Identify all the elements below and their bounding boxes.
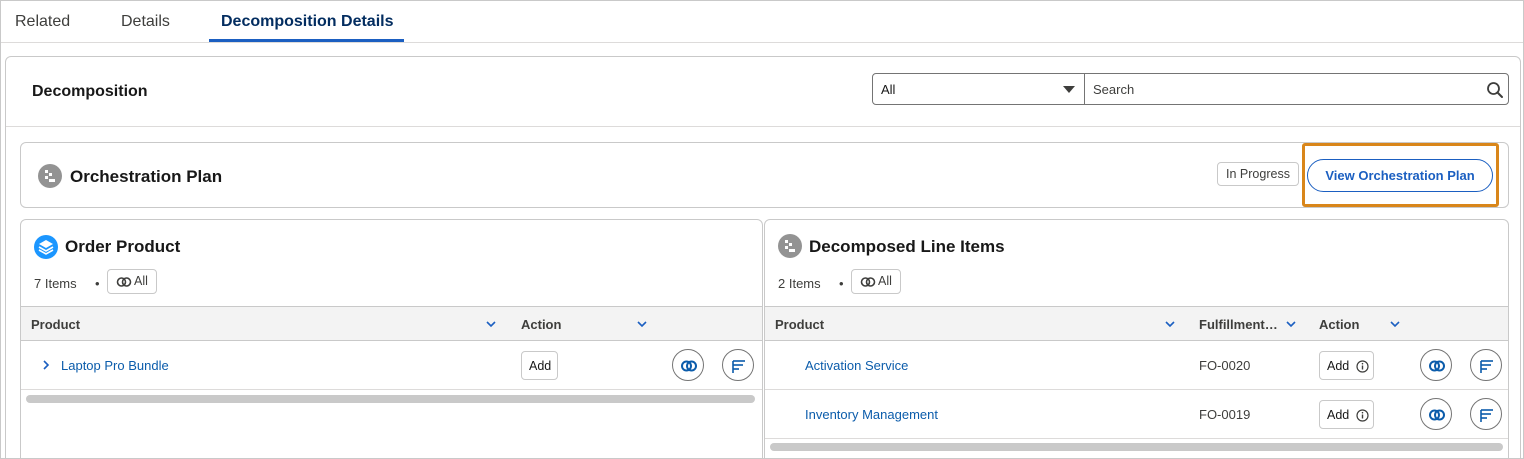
link-icon [116, 277, 132, 287]
decomposed-line-items-title: Decomposed Line Items [809, 237, 1005, 256]
tab-bar: Related Details Decomposition Details [1, 1, 1523, 43]
item-count: 7 Items [34, 276, 77, 291]
link-icon [1429, 409, 1445, 421]
action-label: Add [1327, 408, 1350, 422]
search-icon[interactable] [1486, 81, 1504, 99]
chevron-down-icon[interactable] [1165, 319, 1175, 329]
decomposition-header: Decomposition All [6, 57, 1520, 127]
order-product-table: Product Action Laptop Pro Bundle Add [21, 306, 762, 403]
order-product-title: Order Product [65, 237, 181, 256]
chevron-down-icon[interactable] [637, 319, 647, 329]
link-button[interactable] [1420, 349, 1452, 381]
filter-rows-button[interactable] [1470, 349, 1502, 381]
tab-decomposition-details[interactable]: Decomposition Details [221, 13, 393, 31]
orchestration-plan-title: Orchestration Plan [70, 167, 223, 186]
link-button[interactable] [672, 349, 704, 381]
info-icon[interactable] [1356, 360, 1369, 373]
orchestration-plan-panel: Orchestration Plan In Progress View Orch… [20, 142, 1509, 208]
filter-rows-button[interactable] [722, 349, 754, 381]
column-header-product[interactable]: Product [31, 317, 80, 332]
product-link[interactable]: Laptop Pro Bundle [61, 358, 169, 373]
action-add-button[interactable]: Add [521, 351, 558, 380]
filter-all-button[interactable]: All [107, 269, 157, 294]
action-label: Add [529, 359, 552, 373]
action-add-button[interactable]: Add [1319, 400, 1374, 429]
status-badge: In Progress [1217, 162, 1299, 186]
item-count: 2 Items [778, 276, 821, 291]
filter-select-value: All [881, 82, 896, 97]
filter-all-label: All [134, 274, 148, 288]
active-tab-indicator [209, 39, 404, 42]
order-product-panel: Order Product 7 Items • All Product Acti… [20, 219, 763, 458]
separator-dot: • [839, 276, 844, 291]
filter-list-icon [1480, 360, 1493, 373]
filter-list-icon [1480, 409, 1493, 422]
order-product-icon [34, 235, 58, 259]
dropdown-caret-icon [1063, 86, 1075, 93]
table-row: Activation Service FO-0020 Add [765, 341, 1508, 390]
column-header-action[interactable]: Action [521, 317, 561, 332]
fulfillment-value: FO-0020 [1199, 358, 1251, 373]
filter-list-icon [732, 360, 745, 373]
separator-dot: • [95, 276, 100, 291]
decomposition-title: Decomposition [32, 83, 148, 100]
view-orchestration-plan-button[interactable]: View Orchestration Plan [1307, 159, 1493, 192]
product-link[interactable]: Activation Service [805, 358, 908, 373]
info-icon[interactable] [1356, 409, 1369, 422]
chevron-down-icon[interactable] [1286, 319, 1296, 329]
table-header: Product Action [21, 307, 762, 341]
filter-all-label: All [878, 274, 892, 288]
link-icon [1429, 360, 1445, 372]
orchestration-plan-icon [38, 164, 62, 188]
search-input[interactable] [1084, 73, 1509, 105]
decomposed-line-items-panel: Decomposed Line Items 2 Items • All Prod… [764, 219, 1509, 458]
fulfillment-value: FO-0019 [1199, 407, 1251, 422]
link-icon [860, 277, 876, 287]
filter-all-button[interactable]: All [851, 269, 901, 294]
table-row: Laptop Pro Bundle Add [21, 341, 762, 390]
decomposed-items-icon [778, 234, 802, 258]
column-header-fulfillment[interactable]: Fulfillment… [1199, 317, 1278, 332]
tab-related[interactable]: Related [15, 13, 70, 31]
filter-select[interactable]: All [872, 73, 1085, 105]
record-page: Related Details Decomposition Details De… [0, 0, 1524, 459]
chevron-right-icon[interactable] [41, 359, 51, 371]
column-header-product[interactable]: Product [775, 317, 824, 332]
action-add-button[interactable]: Add [1319, 351, 1374, 380]
horizontal-scrollbar[interactable] [770, 443, 1503, 451]
horizontal-scrollbar[interactable] [26, 395, 755, 403]
column-header-action[interactable]: Action [1319, 317, 1359, 332]
link-icon [681, 360, 697, 372]
tab-details[interactable]: Details [121, 13, 170, 31]
table-row: Inventory Management FO-0019 Add [765, 390, 1508, 439]
decomposed-items-table: Product Fulfillment… Action Activation S… [765, 306, 1508, 451]
filter-rows-button[interactable] [1470, 398, 1502, 430]
table-header: Product Fulfillment… Action [765, 307, 1508, 341]
decomposition-card: Decomposition All Orchestration [5, 56, 1521, 458]
action-label: Add [1327, 359, 1350, 373]
link-button[interactable] [1420, 398, 1452, 430]
chevron-down-icon[interactable] [486, 319, 496, 329]
product-link[interactable]: Inventory Management [805, 407, 938, 422]
chevron-down-icon[interactable] [1390, 319, 1400, 329]
